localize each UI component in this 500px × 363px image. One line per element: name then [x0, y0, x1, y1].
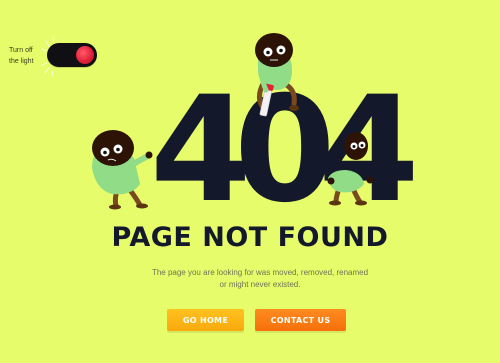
error-page: Turn off the light 4 0 4 PAGE NOT FOUND …	[0, 0, 500, 363]
character-left	[92, 130, 153, 210]
error-message: The page you are looking for was moved, …	[151, 268, 369, 289]
go-home-button[interactable]: GO HOME	[167, 309, 244, 331]
contact-us-button[interactable]: CONTACT US	[255, 309, 346, 331]
page-title: PAGE NOT FOUND	[111, 222, 389, 253]
error-404-illustration: 4 0 4	[92, 33, 420, 230]
